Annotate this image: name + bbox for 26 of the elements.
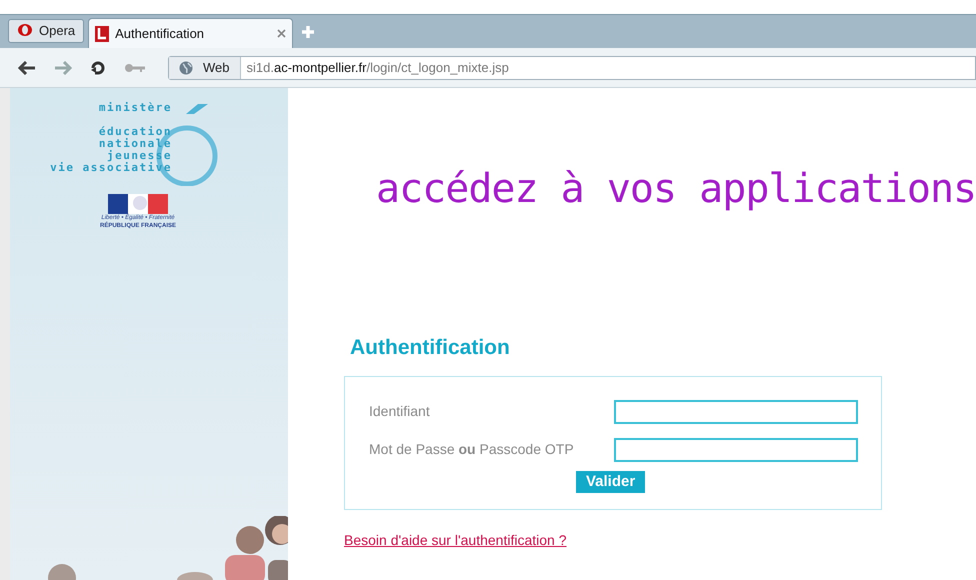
web-badge[interactable]: Web — [169, 56, 240, 78]
reload-icon[interactable] — [90, 60, 106, 76]
back-arrow-icon[interactable] — [18, 60, 36, 74]
input-field[interactable] — [614, 438, 858, 462]
address-bar[interactable]: Web si1d.ac-montpellier.fr/login/ct_logon_mixte.jsp — [168, 56, 976, 80]
field-label: Identifiant — [369, 402, 431, 421]
forward-arrow-icon[interactable] — [54, 60, 72, 74]
field-label: Mot de Passe ou Passcode OTP — [369, 440, 575, 459]
input-field[interactable] — [614, 400, 858, 424]
form-title: Authentification — [350, 335, 511, 361]
ministry-logo-text: ministère — [98, 102, 172, 114]
globe-icon — [179, 60, 193, 74]
opera-menu-button[interactable]: Opera — [8, 19, 84, 43]
web-label: Web — [203, 58, 230, 77]
url-text: si1d.ac-montpellier.fr/login/ct_logon_mixte.jsp — [246, 58, 509, 77]
key-icon[interactable] — [124, 62, 146, 72]
banner-heading: accédez à vos applications — [376, 165, 976, 214]
help-link[interactable]: Besoin d'aide sur l'authentification ? — [344, 530, 566, 550]
site-logo-icon — [95, 26, 110, 42]
new-tab-icon[interactable] — [301, 25, 316, 39]
ministry-logo-text: éducation — [98, 126, 172, 138]
tab-title: Authentification — [115, 24, 206, 43]
opera-logo-icon — [17, 24, 33, 38]
flag-logo-icon — [108, 194, 168, 214]
browser-tab[interactable]: Authentification — [88, 18, 294, 48]
close-icon[interactable] — [277, 29, 286, 38]
